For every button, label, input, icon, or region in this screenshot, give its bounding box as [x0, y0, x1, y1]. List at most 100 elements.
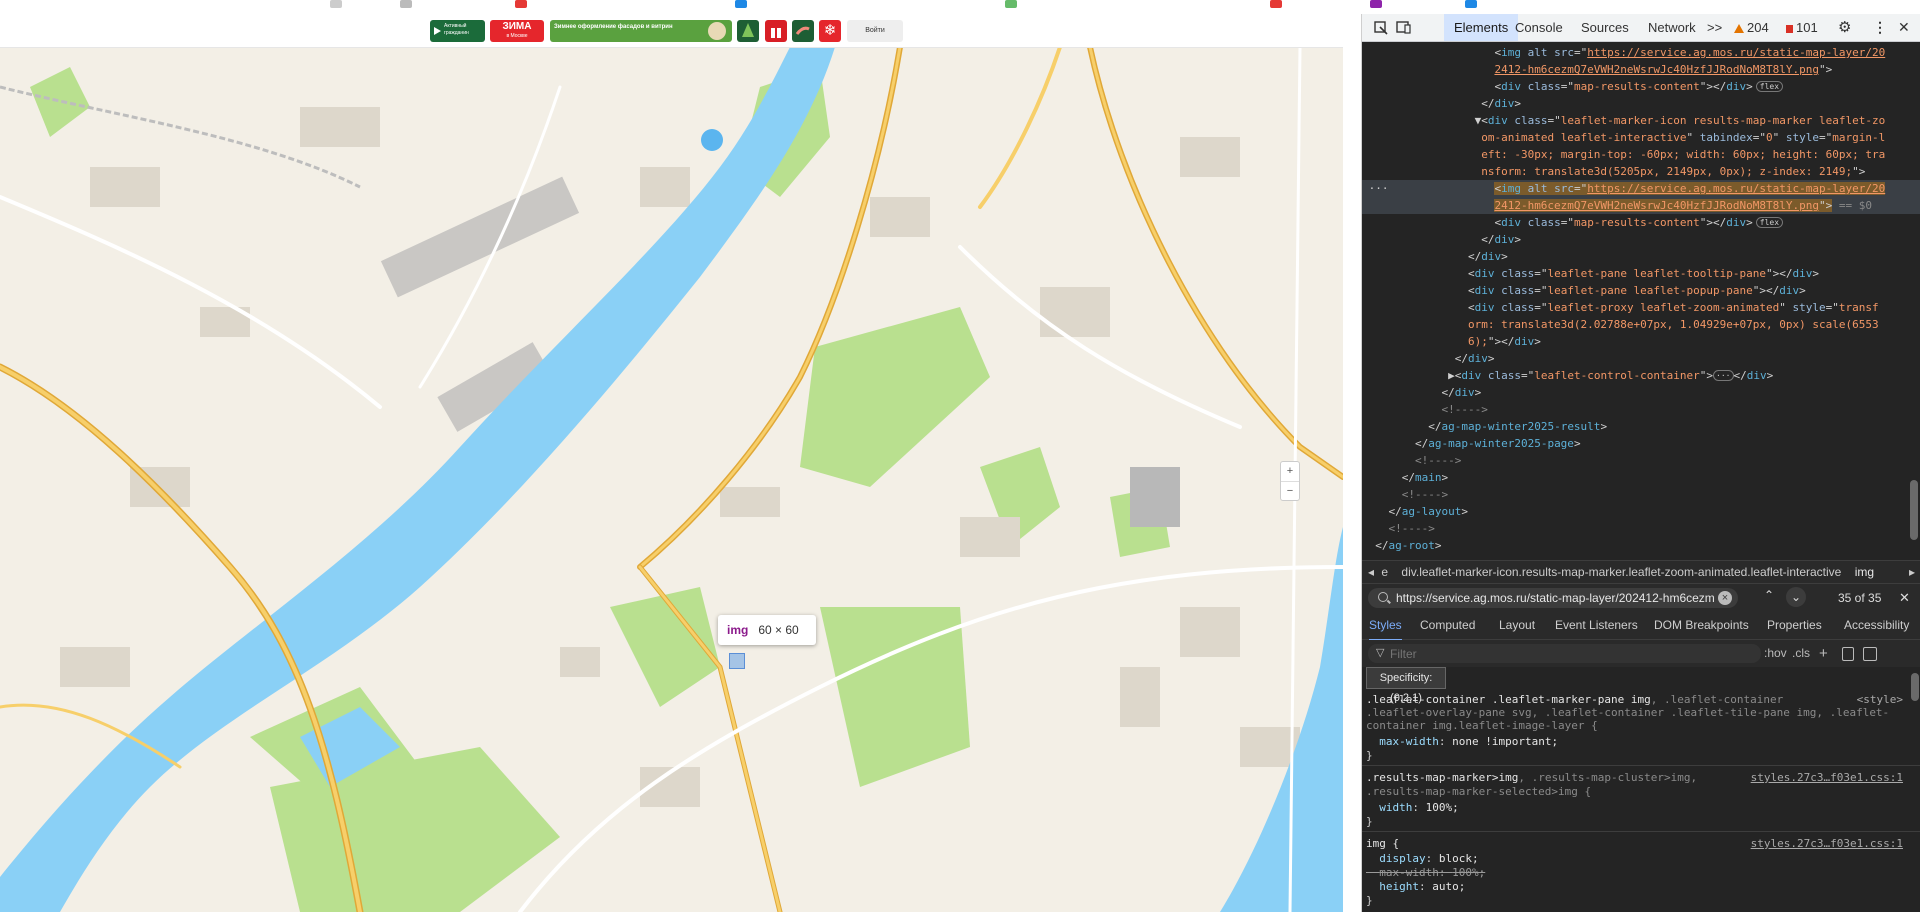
search-input[interactable]: [1396, 588, 1714, 608]
dom-node[interactable]: <!---->: [1362, 401, 1920, 418]
sled-category-icon[interactable]: [792, 20, 814, 42]
tab-event-listeners[interactable]: Event Listeners: [1555, 612, 1638, 639]
bookmark-icon[interactable]: [1370, 0, 1382, 8]
login-button[interactable]: Войти: [847, 20, 903, 42]
dom-node[interactable]: <!---->: [1362, 486, 1920, 503]
rule-source-link[interactable]: styles.27c3…f03e1.css:1: [1751, 837, 1903, 850]
breadcrumb-current[interactable]: img: [1855, 565, 1874, 579]
scrollbar[interactable]: [1911, 673, 1919, 701]
scrollbar[interactable]: [1910, 480, 1918, 540]
selector-match: .leaflet-container .leaflet-marker-pane …: [1366, 693, 1651, 706]
bookmark-icon[interactable]: [1270, 0, 1282, 8]
bookmark-icon[interactable]: [330, 0, 342, 8]
dom-node[interactable]: <div class="leaflet-pane leaflet-tooltip…: [1362, 265, 1920, 282]
bookmark-icon[interactable]: [400, 0, 412, 8]
tab-accessibility[interactable]: Accessibility: [1844, 612, 1909, 639]
dom-node[interactable]: </div>: [1362, 231, 1920, 248]
hov-toggle[interactable]: :hov: [1764, 640, 1787, 667]
breadcrumb-item[interactable]: e: [1381, 565, 1388, 579]
dom-node[interactable]: </ag-root>: [1362, 537, 1920, 554]
inspect-tooltip: img 60 × 60: [718, 615, 816, 645]
paint-icon[interactable]: [1842, 647, 1854, 661]
person-icon: [708, 22, 726, 40]
active-citizen-logo[interactable]: Активный гражданин: [430, 20, 485, 42]
css-declaration-overridden[interactable]: max-width: 100%;: [1366, 866, 1906, 880]
rule-source-link[interactable]: styles.27c3…f03e1.css:1: [1751, 771, 1903, 784]
css-declaration[interactable]: display: block;: [1366, 852, 1906, 866]
errors-count[interactable]: 101: [1786, 14, 1818, 41]
tab-properties[interactable]: Properties: [1767, 612, 1822, 639]
tab-more[interactable]: >>: [1707, 14, 1722, 41]
dom-node[interactable]: <div class="leaflet-proxy leaflet-zoom-a…: [1362, 299, 1920, 316]
facades-banner[interactable]: Зимнее оформление фасадов и витрин: [550, 20, 732, 42]
dom-node[interactable]: ▼<div class="leaflet-marker-icon results…: [1362, 112, 1920, 129]
clear-icon[interactable]: ×: [1718, 591, 1732, 605]
tab-network[interactable]: Network: [1648, 14, 1696, 41]
selected-dom-node[interactable]: ··· <img alt src="https://service.ag.mos…: [1362, 180, 1920, 197]
dom-node[interactable]: ▶<div class="leaflet-control-container">…: [1362, 367, 1920, 384]
tab-computed[interactable]: Computed: [1420, 612, 1475, 639]
snowflake-icon[interactable]: ❄: [819, 20, 841, 42]
dom-node[interactable]: </div>: [1362, 384, 1920, 401]
chevron-up-icon[interactable]: ⌃: [1764, 588, 1774, 602]
bookmark-icon[interactable]: [515, 0, 527, 8]
css-declaration[interactable]: height: auto;: [1366, 880, 1906, 894]
close-search-icon[interactable]: ✕: [1899, 584, 1910, 612]
css-value: block;: [1438, 852, 1479, 865]
dom-node[interactable]: <div class="leaflet-pane leaflet-popup-p…: [1362, 282, 1920, 299]
tab-console[interactable]: Console: [1515, 14, 1563, 41]
gift-category-icon[interactable]: [765, 20, 787, 42]
dom-node[interactable]: 6);"></div>: [1362, 333, 1920, 350]
dom-node[interactable]: </ag-map-winter2025-page>: [1362, 435, 1920, 452]
dom-node[interactable]: nsform: translate3d(5205px, 2149px, 0px)…: [1362, 163, 1920, 180]
dom-node[interactable]: <!---->: [1362, 452, 1920, 469]
dom-node[interactable]: </div>: [1362, 350, 1920, 367]
dom-node[interactable]: 2412-hm6cezmQ7eVWH2neWsrwJc40HzfJJRodNoM…: [1362, 61, 1920, 78]
zoom-in-button[interactable]: +: [1281, 462, 1299, 481]
warnings-count[interactable]: 204: [1734, 14, 1769, 41]
dom-node[interactable]: <div class="map-results-content"></div> f…: [1362, 78, 1920, 95]
zoom-out-button[interactable]: −: [1281, 481, 1299, 501]
rule-source[interactable]: <style>: [1857, 693, 1903, 706]
cls-toggle[interactable]: .cls: [1792, 640, 1810, 667]
css-selector[interactable]: .leaflet-container .leaflet-marker-pane …: [1366, 693, 1906, 707]
more-vert-icon[interactable]: ⋮: [1873, 14, 1887, 41]
bookmark-icon[interactable]: [735, 0, 747, 8]
add-rule-icon[interactable]: +: [1819, 640, 1828, 667]
dom-node[interactable]: </main>: [1362, 469, 1920, 486]
chevron-down-icon[interactable]: ⌄: [1786, 587, 1806, 607]
tab-layout[interactable]: Layout: [1499, 612, 1535, 639]
tab-sources[interactable]: Sources: [1581, 14, 1629, 41]
bookmark-icon[interactable]: [1465, 0, 1477, 8]
dom-node[interactable]: eft: -30px; margin-top: -60px; width: 60…: [1362, 146, 1920, 163]
breadcrumb-forward-icon[interactable]: ▸: [1909, 561, 1915, 583]
css-declaration[interactable]: width: 100%;: [1366, 801, 1906, 815]
dom-node[interactable]: <div class="map-results-content"></div> f…: [1362, 214, 1920, 231]
css-declaration[interactable]: max-width: none !important;: [1366, 735, 1906, 749]
bookmark-icon[interactable]: [1005, 0, 1017, 8]
map-marker[interactable]: [729, 653, 745, 669]
dom-node[interactable]: </ag-layout>: [1362, 503, 1920, 520]
close-icon[interactable]: ✕: [1898, 14, 1910, 41]
dom-node[interactable]: </div>: [1362, 248, 1920, 265]
dom-node[interactable]: </ag-map-winter2025-result>: [1362, 418, 1920, 435]
breadcrumb: ◂ e div.leaflet-marker-icon.results-map-…: [1362, 560, 1920, 583]
dom-node[interactable]: <img alt src="https://service.ag.mos.ru/…: [1362, 44, 1920, 61]
dom-node[interactable]: </div>: [1362, 95, 1920, 112]
tree-category-icon[interactable]: [737, 20, 759, 42]
winter-moscow-banner[interactable]: ЗИМА в Москве: [490, 20, 544, 42]
city-map[interactable]: [0, 47, 1343, 912]
breadcrumb-item[interactable]: div.leaflet-marker-icon.results-map-mark…: [1401, 565, 1841, 579]
gear-icon[interactable]: ⚙: [1838, 14, 1851, 41]
dom-node[interactable]: <!---->: [1362, 520, 1920, 537]
dom-tree[interactable]: <img alt src="https://service.ag.mos.ru/…: [1362, 42, 1920, 560]
dom-node[interactable]: orm: translate3d(2.02788e+07px, 1.04929e…: [1362, 316, 1920, 333]
filter-input[interactable]: [1390, 644, 1750, 663]
sidebar-toggle-icon[interactable]: [1863, 647, 1877, 661]
tab-elements[interactable]: Elements: [1444, 14, 1519, 41]
tab-dom-breakpoints[interactable]: DOM Breakpoints: [1654, 612, 1749, 639]
breadcrumb-back-icon[interactable]: ◂: [1368, 565, 1374, 579]
selected-dom-node[interactable]: 2412-hm6cezmQ7eVWH2neWsrwJc40HzfJJRodNoM…: [1362, 197, 1920, 214]
dom-node[interactable]: om-animated leaflet-interactive" tabinde…: [1362, 129, 1920, 146]
tab-styles[interactable]: Styles: [1369, 612, 1402, 641]
